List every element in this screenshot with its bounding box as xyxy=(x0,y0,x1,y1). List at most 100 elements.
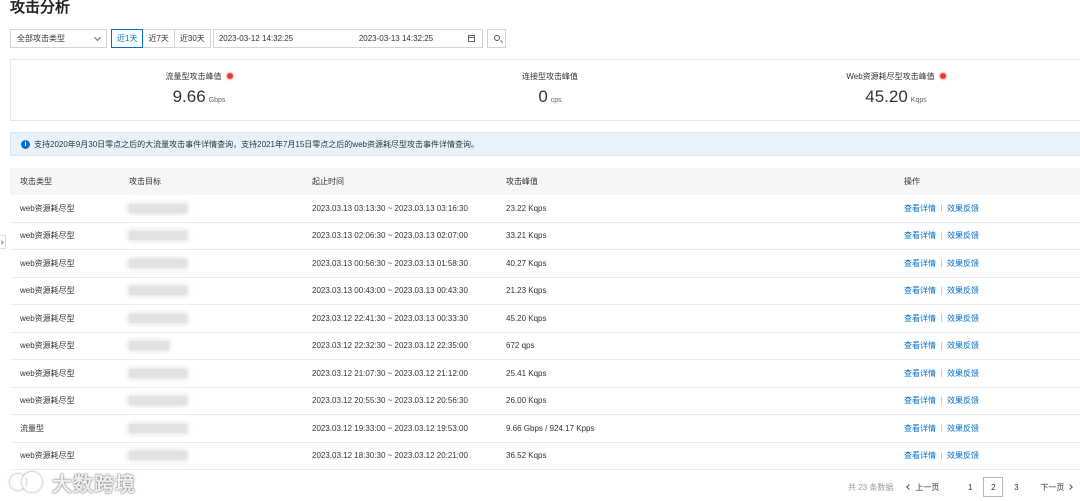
end-date-field[interactable]: 2023-03-13 14:32:25 xyxy=(359,34,433,43)
attack-type-select[interactable]: 全部攻击类型 xyxy=(10,29,107,48)
redacted-target xyxy=(129,423,187,433)
cell-actions: 查看详情 效果反馈 xyxy=(904,360,979,387)
header-peak: 攻击峰值 xyxy=(506,177,538,186)
redacted-target xyxy=(129,451,187,461)
stat-value: 0 xyxy=(538,87,548,106)
search-button[interactable] xyxy=(486,29,506,48)
cell-attack-type: web资源耗尽型 xyxy=(20,231,75,241)
cell-attack-type: web资源耗尽型 xyxy=(20,368,75,378)
cell-attack-target xyxy=(129,360,187,387)
stat-label: Web资源耗尽型攻击峰值 xyxy=(846,72,935,81)
prev-page-button[interactable]: 上一页 xyxy=(906,482,939,493)
feedback-link[interactable]: 效果反馈 xyxy=(947,313,979,324)
view-details-link[interactable]: 查看详情 xyxy=(904,340,936,351)
feedback-link[interactable]: 效果反馈 xyxy=(947,203,979,214)
table-row: 流量型 2023.03.12 19:33:00 ~ 2023.03.12 19:5… xyxy=(10,415,1080,443)
next-page-button[interactable]: 下一页 xyxy=(1040,482,1074,493)
watermark: 大数跨境 xyxy=(8,468,136,497)
date-range-picker[interactable]: 2023-03-12 14:32:25 2023-03-13 14:32:25 xyxy=(212,29,483,48)
cell-actions: 查看详情 效果反馈 xyxy=(904,443,979,470)
cell-peak: 21.23 Kqps xyxy=(506,286,547,296)
range-7day-button[interactable]: 近7天 xyxy=(142,29,175,48)
feedback-link[interactable]: 效果反馈 xyxy=(947,450,979,461)
cell-peak: 33.21 Kqps xyxy=(506,231,547,241)
table-row: web资源耗尽型 2023.03.12 22:41:30 ~ 2023.03.13… xyxy=(10,305,1080,333)
collapse-handle[interactable] xyxy=(0,235,6,249)
cell-attack-type: web资源耗尽型 xyxy=(20,203,75,213)
stat-unit: Kqps xyxy=(910,97,927,104)
cell-peak: 45.20 Kqps xyxy=(506,313,547,323)
cell-peak: 9.66 Gbps / 924.17 Kpps xyxy=(506,423,595,433)
stat-unit: cps xyxy=(550,97,562,104)
feedback-link[interactable]: 效果反馈 xyxy=(947,230,979,241)
cell-attack-target xyxy=(129,333,169,360)
info-notice: i 支持2020年9月30日零点之后的大流量攻击事件详情查询，支持2021年7月… xyxy=(10,132,1080,156)
table-header: 攻击类型 攻击目标 起止时间 攻击峰值 操作 xyxy=(10,168,1080,195)
range-30day-button[interactable]: 近30天 xyxy=(173,29,211,48)
cell-time-range: 2023.03.12 19:33:00 ~ 2023.03.12 19:53:0… xyxy=(312,423,468,433)
cell-actions: 查看详情 效果反馈 xyxy=(904,195,979,222)
cell-attack-type: web资源耗尽型 xyxy=(20,258,75,268)
cell-peak: 40.27 Kqps xyxy=(506,258,547,268)
redacted-target xyxy=(129,341,169,351)
view-details-link[interactable]: 查看详情 xyxy=(904,258,936,269)
page-button-1[interactable]: 1 xyxy=(960,477,980,497)
cell-attack-target xyxy=(129,443,187,470)
view-details-link[interactable]: 查看详情 xyxy=(904,395,936,406)
table-row: web资源耗尽型 2023.03.13 02:06:30 ~ 2023.03.13… xyxy=(10,223,1080,250)
cell-peak: 36.52 Kqps xyxy=(506,451,547,461)
cell-time-range: 2023.03.13 02:06:30 ~ 2023.03.13 02:07:0… xyxy=(312,231,468,241)
view-details-link[interactable]: 查看详情 xyxy=(904,368,936,379)
cell-time-range: 2023.03.13 00:43:00 ~ 2023.03.13 00:43:3… xyxy=(312,286,468,296)
table-row: web资源耗尽型 2023.03.12 20:55:30 ~ 2023.03.12… xyxy=(10,388,1080,415)
feedback-link[interactable]: 效果反馈 xyxy=(947,340,979,351)
divider xyxy=(941,231,942,240)
cell-attack-type: web资源耗尽型 xyxy=(20,286,75,296)
page-button-2[interactable]: 2 xyxy=(983,477,1004,497)
view-details-link[interactable]: 查看详情 xyxy=(904,450,936,461)
cell-attack-type: web资源耗尽型 xyxy=(20,313,75,323)
view-details-link[interactable]: 查看详情 xyxy=(904,313,936,324)
cell-actions: 查看详情 效果反馈 xyxy=(904,278,979,305)
redacted-target xyxy=(129,203,187,213)
stat-label: 流量型攻击峰值 xyxy=(165,72,222,81)
page-button-3[interactable]: 3 xyxy=(1006,477,1026,497)
search-icon xyxy=(493,35,500,41)
chevron-left-icon xyxy=(906,484,913,490)
cell-actions: 查看详情 效果反馈 xyxy=(904,333,979,360)
cell-actions: 查看详情 效果反馈 xyxy=(904,415,979,442)
divider xyxy=(941,369,942,378)
feedback-link[interactable]: 效果反馈 xyxy=(947,285,979,296)
view-details-link[interactable]: 查看详情 xyxy=(904,230,936,241)
divider xyxy=(941,204,942,213)
divider xyxy=(941,286,942,295)
page-title: 攻击分析 xyxy=(10,0,71,16)
feedback-link[interactable]: 效果反馈 xyxy=(947,368,979,379)
view-details-link[interactable]: 查看详情 xyxy=(904,285,936,296)
watermark-text: 大数跨境 xyxy=(52,474,136,496)
peak-stats-panel: 流量型攻击峰值 9.66 Gbps 连接型攻击峰值 0 cps Web资源耗尽型攻击… xyxy=(10,59,1080,121)
cell-time-range: 2023.03.12 21:07:30 ~ 2023.03.12 21:12:0… xyxy=(312,368,468,378)
cell-actions: 查看详情 效果反馈 xyxy=(904,388,979,415)
cell-time-range: 2023.03.13 00:56:30 ~ 2023.03.13 01:58:3… xyxy=(312,258,468,268)
table-row: web资源耗尽型 2023.03.13 03:13:30 ~ 2023.03.13… xyxy=(10,195,1080,223)
feedback-link[interactable]: 效果反馈 xyxy=(947,423,979,434)
feedback-link[interactable]: 效果反馈 xyxy=(947,258,979,269)
chevron-right-icon xyxy=(1067,484,1074,490)
cell-peak: 672 qps xyxy=(506,341,535,351)
stat-connection: 连接型攻击峰值 0 cps xyxy=(400,60,700,122)
view-details-link[interactable]: 查看详情 xyxy=(904,203,936,214)
total-count: 共 23 条数据 xyxy=(848,482,894,492)
info-icon: i xyxy=(21,139,30,149)
header-attack-type: 攻击类型 xyxy=(20,177,52,186)
view-details-link[interactable]: 查看详情 xyxy=(904,423,936,434)
attack-type-value: 全部攻击类型 xyxy=(17,34,65,43)
cell-attack-type: 流量型 xyxy=(20,423,44,433)
cell-attack-target xyxy=(129,388,187,415)
pagination: 共 23 条数据 上一页 1 2 3 下一页 xyxy=(848,477,1074,497)
attack-events-table: 攻击类型 攻击目标 起止时间 攻击峰值 操作 web资源耗尽型 2023.03.1… xyxy=(10,168,1080,470)
start-date-field[interactable]: 2023-03-12 14:32:25 xyxy=(219,34,293,43)
cell-attack-type: web资源耗尽型 xyxy=(20,451,75,461)
range-1day-button[interactable]: 近1天 xyxy=(111,29,144,48)
feedback-link[interactable]: 效果反馈 xyxy=(947,395,979,406)
